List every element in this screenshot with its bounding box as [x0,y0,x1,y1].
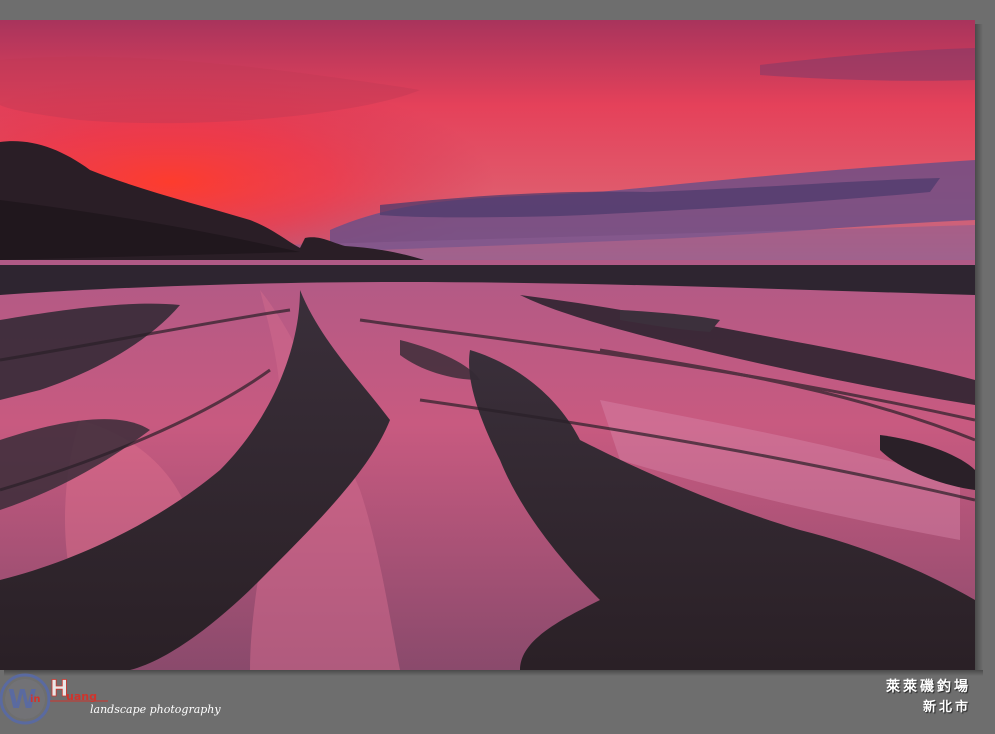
city-caption: 新北市 [922,700,971,715]
frame-shadow-right [975,24,983,674]
logo-tagline: landscape photography [90,703,221,716]
watermark-logo: W in H uang landscape photography [0,670,240,730]
logo-letters-in: in [30,694,41,705]
location-caption: 萊萊磯釣場 [886,679,971,695]
landscape-photo [0,20,975,670]
